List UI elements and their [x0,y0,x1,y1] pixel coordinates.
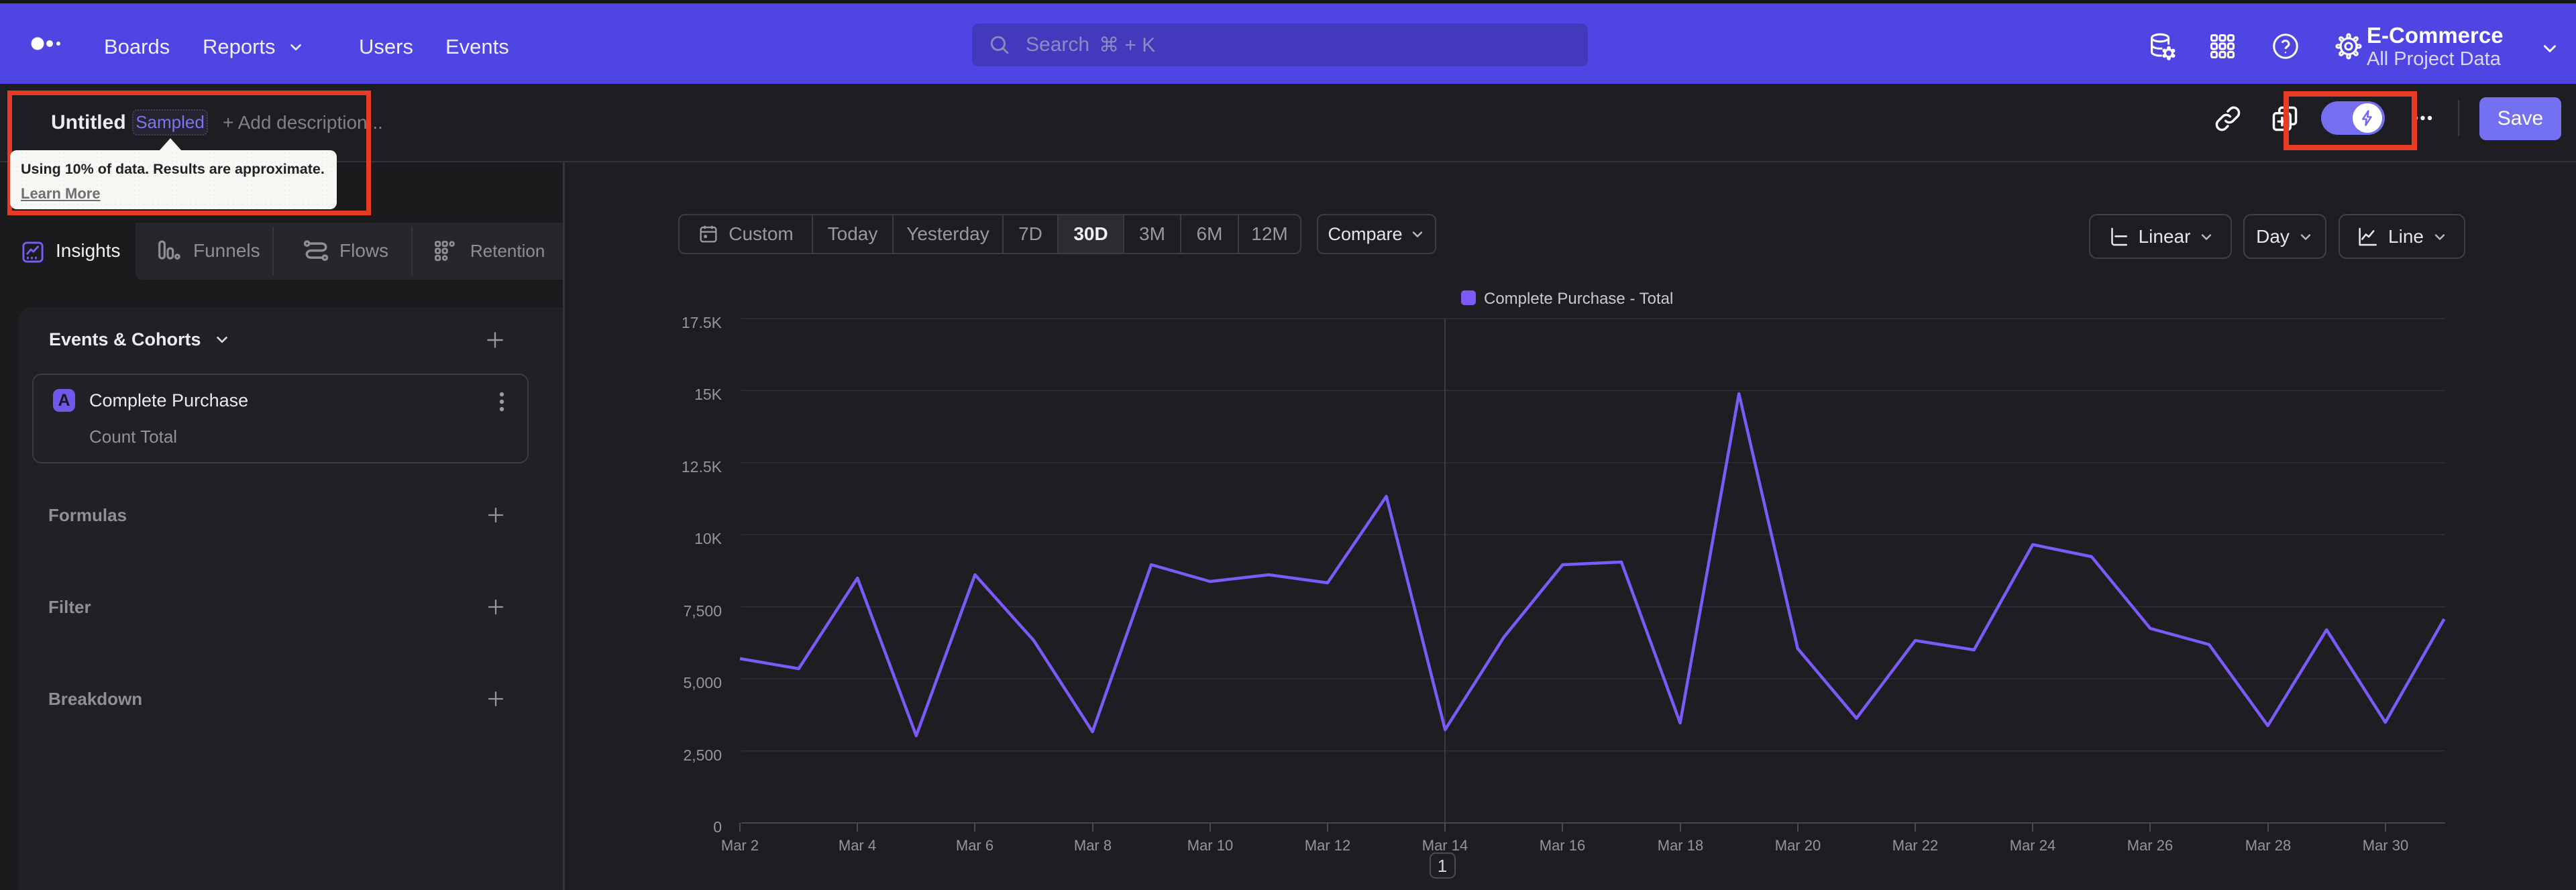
svg-text:10K: 10K [694,530,722,547]
svg-text:Mar 8: Mar 8 [1074,837,1112,854]
svg-text:Mar 28: Mar 28 [2245,837,2291,854]
svg-text:Mar 30: Mar 30 [2363,837,2408,854]
svg-text:Complete Purchase - Total: Complete Purchase - Total [1484,290,1673,308]
svg-text:15K: 15K [694,386,722,403]
svg-text:12.5K: 12.5K [682,458,722,476]
svg-text:Mar 2: Mar 2 [721,837,759,854]
svg-text:Mar 10: Mar 10 [1187,837,1233,854]
svg-text:Mar 6: Mar 6 [956,837,994,854]
svg-text:1: 1 [1438,856,1447,876]
svg-text:Mar 16: Mar 16 [1540,837,1585,854]
svg-text:Mar 4: Mar 4 [839,837,876,854]
svg-text:Mar 20: Mar 20 [1775,837,1821,854]
svg-text:7,500: 7,500 [683,602,722,620]
svg-text:Mar 18: Mar 18 [1658,837,1703,854]
svg-text:2,500: 2,500 [683,746,722,764]
svg-text:Mar 12: Mar 12 [1305,837,1350,854]
svg-text:Mar 24: Mar 24 [2010,837,2055,854]
svg-text:5,000: 5,000 [683,674,722,691]
svg-text:0: 0 [713,818,722,836]
svg-text:Mar 14: Mar 14 [1422,837,1468,854]
svg-text:17.5K: 17.5K [682,314,722,331]
svg-text:Mar 26: Mar 26 [2127,837,2173,854]
svg-text:Mar 22: Mar 22 [1892,837,1938,854]
